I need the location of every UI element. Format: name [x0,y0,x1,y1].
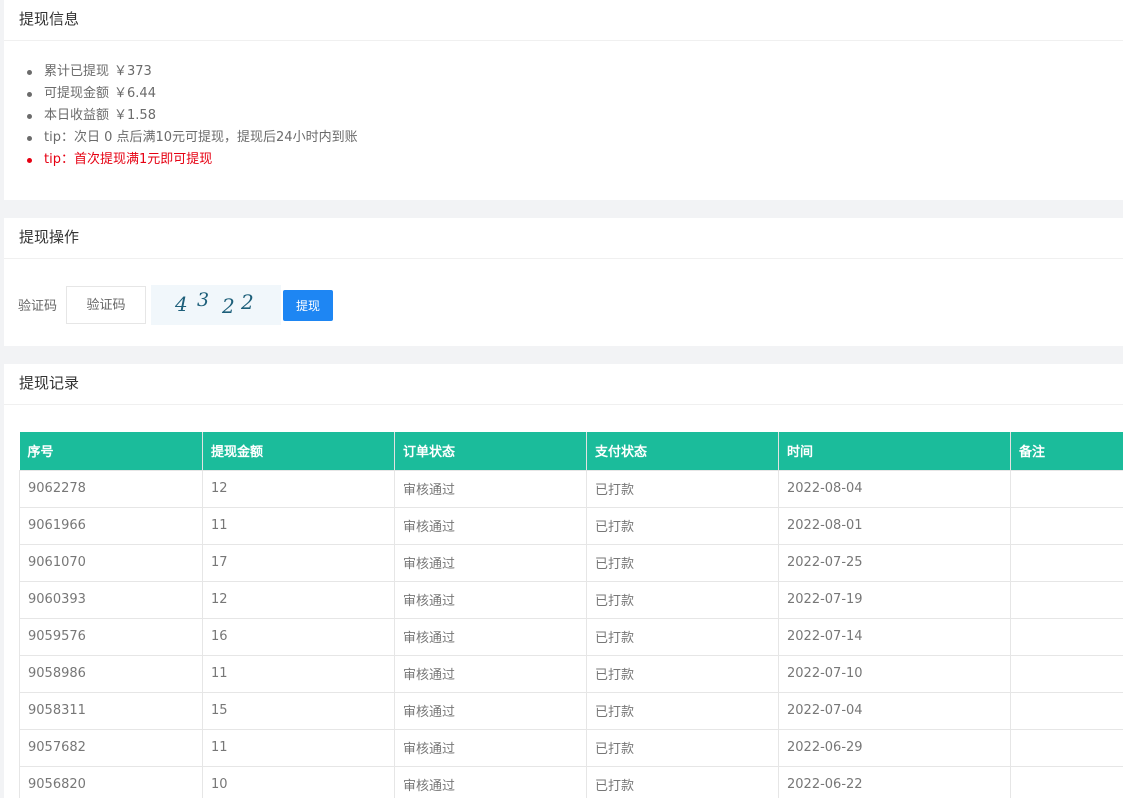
table-cell: 审核通过 [394,506,587,545]
withdraw-records-card: 提现记录 序号 提现金额 订单状态 支付状态 时间 备注 9062278 12 … [4,364,1123,798]
table-cell: 2022-06-22 [778,765,1011,798]
column-header-amount: 提现金额 [202,432,395,470]
table-cell: 9059576 [19,617,203,656]
table-cell: 审核通过 [394,728,587,767]
table-row: 9059576 16 审核通过 已打款 2022-07-14 [19,617,1123,656]
column-header-pay-status: 支付状态 [586,432,779,470]
table-cell: 已打款 [586,654,779,693]
withdraw-button[interactable]: 提现 [283,290,333,321]
table-cell: 9062278 [19,469,203,508]
captcha-image[interactable]: 4 3 2 2 [151,285,281,325]
table-cell: 已打款 [586,580,779,619]
table-cell: 12 [202,469,395,508]
table-cell: 11 [202,728,395,767]
table-cell: 9058986 [19,654,203,693]
table-cell: 9056820 [19,765,203,798]
table-cell: 已打款 [586,728,779,767]
column-header-order-status: 订单状态 [394,432,587,470]
table-cell: 2022-07-04 [778,691,1011,730]
table-row: 9057682 11 审核通过 已打款 2022-06-29 [19,728,1123,767]
table-row: 9062278 12 审核通过 已打款 2022-08-04 [19,469,1123,508]
records-table-wrapper: 序号 提现金额 订单状态 支付状态 时间 备注 9062278 12 审核通过 已打款… [19,432,1123,798]
table-cell: 已打款 [586,765,779,798]
table-cell: 已打款 [586,691,779,730]
table-cell [1010,580,1123,619]
withdraw-info-card: 提现信息 累计已提现 ￥373 可提现金额 ￥6.44 本日收益额 ￥1.58 tip… [4,0,1123,200]
captcha-label: 验证码 [18,299,58,314]
table-cell: 已打款 [586,543,779,582]
table-row: 9060393 12 审核通过 已打款 2022-07-19 [19,580,1123,619]
captcha-char: 4 [175,292,188,316]
table-cell: 2022-07-10 [778,654,1011,693]
table-cell: 2022-07-14 [778,617,1011,656]
table-cell: 2022-07-19 [778,580,1011,619]
table-cell: 12 [202,580,395,619]
table-cell: 审核通过 [394,469,587,508]
withdraw-info-title: 提现信息 [4,0,1123,41]
table-cell [1010,506,1123,545]
captcha-char: 2 [241,290,254,314]
withdraw-form: 验证码 4 3 2 2 提现 [4,285,1123,325]
table-row: 9061070 17 审核通过 已打款 2022-07-25 [19,543,1123,582]
column-header-id: 序号 [19,432,203,470]
table-row: 9058986 11 审核通过 已打款 2022-07-10 [19,654,1123,693]
table-cell [1010,469,1123,508]
table-cell [1010,617,1123,656]
table-cell: 审核通过 [394,543,587,582]
table-cell: 11 [202,506,395,545]
table-cell [1010,765,1123,798]
captcha-char: 3 [197,289,210,311]
table-cell [1010,543,1123,582]
table-cell: 9057682 [19,728,203,767]
table-cell: 9061966 [19,506,203,545]
table-cell: 10 [202,765,395,798]
table-cell: 审核通过 [394,580,587,619]
records-table: 序号 提现金额 订单状态 支付状态 时间 备注 9062278 12 审核通过 已打款… [19,432,1123,798]
table-cell [1010,728,1123,767]
table-cell [1010,691,1123,730]
table-header-row: 序号 提现金额 订单状态 支付状态 时间 备注 [19,432,1123,470]
withdraw-records-title: 提现记录 [4,364,1123,405]
table-cell: 17 [202,543,395,582]
available-amount-item: 可提现金额 ￥6.44 [27,83,1123,105]
column-header-remark: 备注 [1010,432,1123,470]
table-cell: 2022-08-01 [778,506,1011,545]
table-cell: 16 [202,617,395,656]
captcha-input[interactable] [66,286,146,324]
table-cell: 审核通过 [394,765,587,798]
table-row: 9056820 10 审核通过 已打款 2022-06-22 [19,765,1123,798]
table-cell: 已打款 [586,506,779,545]
table-cell: 9061070 [19,543,203,582]
first-withdraw-tip-item: tip：首次提现满1元即可提现 [27,149,1123,171]
today-earnings-item: 本日收益额 ￥1.58 [27,105,1123,127]
withdraw-info-list: 累计已提现 ￥373 可提现金额 ￥6.44 本日收益额 ￥1.58 tip：次日 0… [4,41,1123,171]
tip-item: tip：次日 0 点后满10元可提现，提现后24小时内到账 [27,127,1123,149]
table-cell: 审核通过 [394,617,587,656]
withdraw-operation-title: 提现操作 [4,218,1123,259]
table-cell: 审核通过 [394,691,587,730]
table-cell: 2022-07-25 [778,543,1011,582]
table-cell: 9060393 [19,580,203,619]
withdraw-operation-card: 提现操作 验证码 4 3 2 2 提现 [4,218,1123,346]
table-cell: 2022-08-04 [778,469,1011,508]
captcha-char: 2 [222,294,235,318]
column-header-time: 时间 [778,432,1011,470]
table-cell: 审核通过 [394,654,587,693]
table-cell: 15 [202,691,395,730]
table-cell [1010,654,1123,693]
table-cell: 已打款 [586,617,779,656]
table-row: 9058311 15 审核通过 已打款 2022-07-04 [19,691,1123,730]
total-withdrawn-item: 累计已提现 ￥373 [27,61,1123,83]
table-cell: 已打款 [586,469,779,508]
table-cell: 2022-06-29 [778,728,1011,767]
table-cell: 11 [202,654,395,693]
table-row: 9061966 11 审核通过 已打款 2022-08-01 [19,506,1123,545]
table-cell: 9058311 [19,691,203,730]
